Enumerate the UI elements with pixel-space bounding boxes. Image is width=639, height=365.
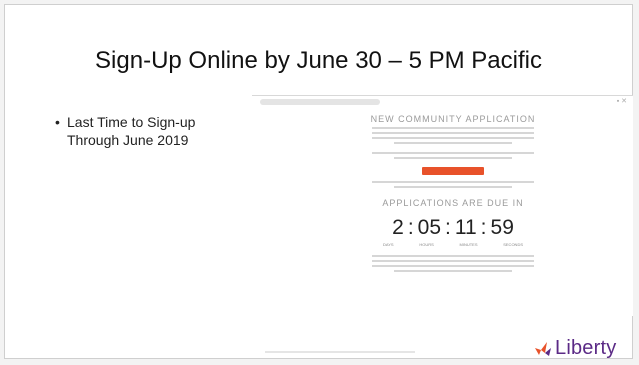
body-text-line [372,127,534,129]
countdown-seconds: 59 [490,216,514,239]
due-title: APPLICATIONS ARE DUE IN [382,198,524,208]
countdown-separator: : [480,216,487,239]
body-text-line [372,137,534,139]
bullet-text-line2: Through June 2019 [67,132,189,148]
liberty-logo-icon [535,341,551,356]
countdown-minutes: 11 [454,216,477,239]
countdown-separator: : [407,216,414,239]
slide-title: Sign-Up Online by June 30 – 5 PM Pacific [95,47,542,74]
countdown-units: DAYS HOURS MINUTES SECONDS [383,242,523,247]
bullet-item: • Last Time to Sign-up Through June 2019 [55,113,265,149]
body-text-line [372,181,534,183]
body-text-line [372,255,534,257]
application-panel: NEW COMMUNITY APPLICATION APPLICATIONS A… [364,108,542,275]
body-text-line [394,270,512,272]
body-text-line [372,132,534,134]
countdown-separator: : [445,216,451,239]
liberty-logo: Liberty [533,337,616,360]
bullet-list: • Last Time to Sign-up Through June 2019 [55,113,265,149]
application-title: NEW COMMUNITY APPLICATION [370,114,536,124]
embedded-webpage-screenshot: ▪ ✕ NEW COMMUNITY APPLICATION APPLICATIO… [252,95,633,316]
countdown-timer: 2 : 05 : 11 : 59 [364,216,542,240]
body-text-line [394,186,512,188]
liberty-logo-text: Liberty [555,337,617,359]
body-text-line [372,260,534,262]
bullet-text: Last Time to Sign-up Through June 2019 [67,113,195,149]
unit-label: MINUTES [459,242,478,247]
unit-label: SECONDS [503,242,523,247]
bullet-marker: • [55,114,60,130]
body-text-line [394,157,512,159]
bullet-text-line1: Last Time to Sign-up [67,114,196,130]
apply-button[interactable] [422,167,484,175]
browser-controls: ▪ ✕ [616,98,627,105]
presentation-slide: Sign-Up Online by June 30 – 5 PM Pacific… [4,4,633,359]
body-text-line [394,142,512,144]
body-text-line [372,265,534,267]
unit-label: HOURS [419,242,434,247]
countdown-days: 2 [392,216,404,239]
body-text-line [372,152,534,154]
countdown-hours: 05 [417,216,442,239]
browser-url-bar [260,99,380,105]
unit-label: DAYS [383,242,394,247]
footer-text [265,351,415,353]
